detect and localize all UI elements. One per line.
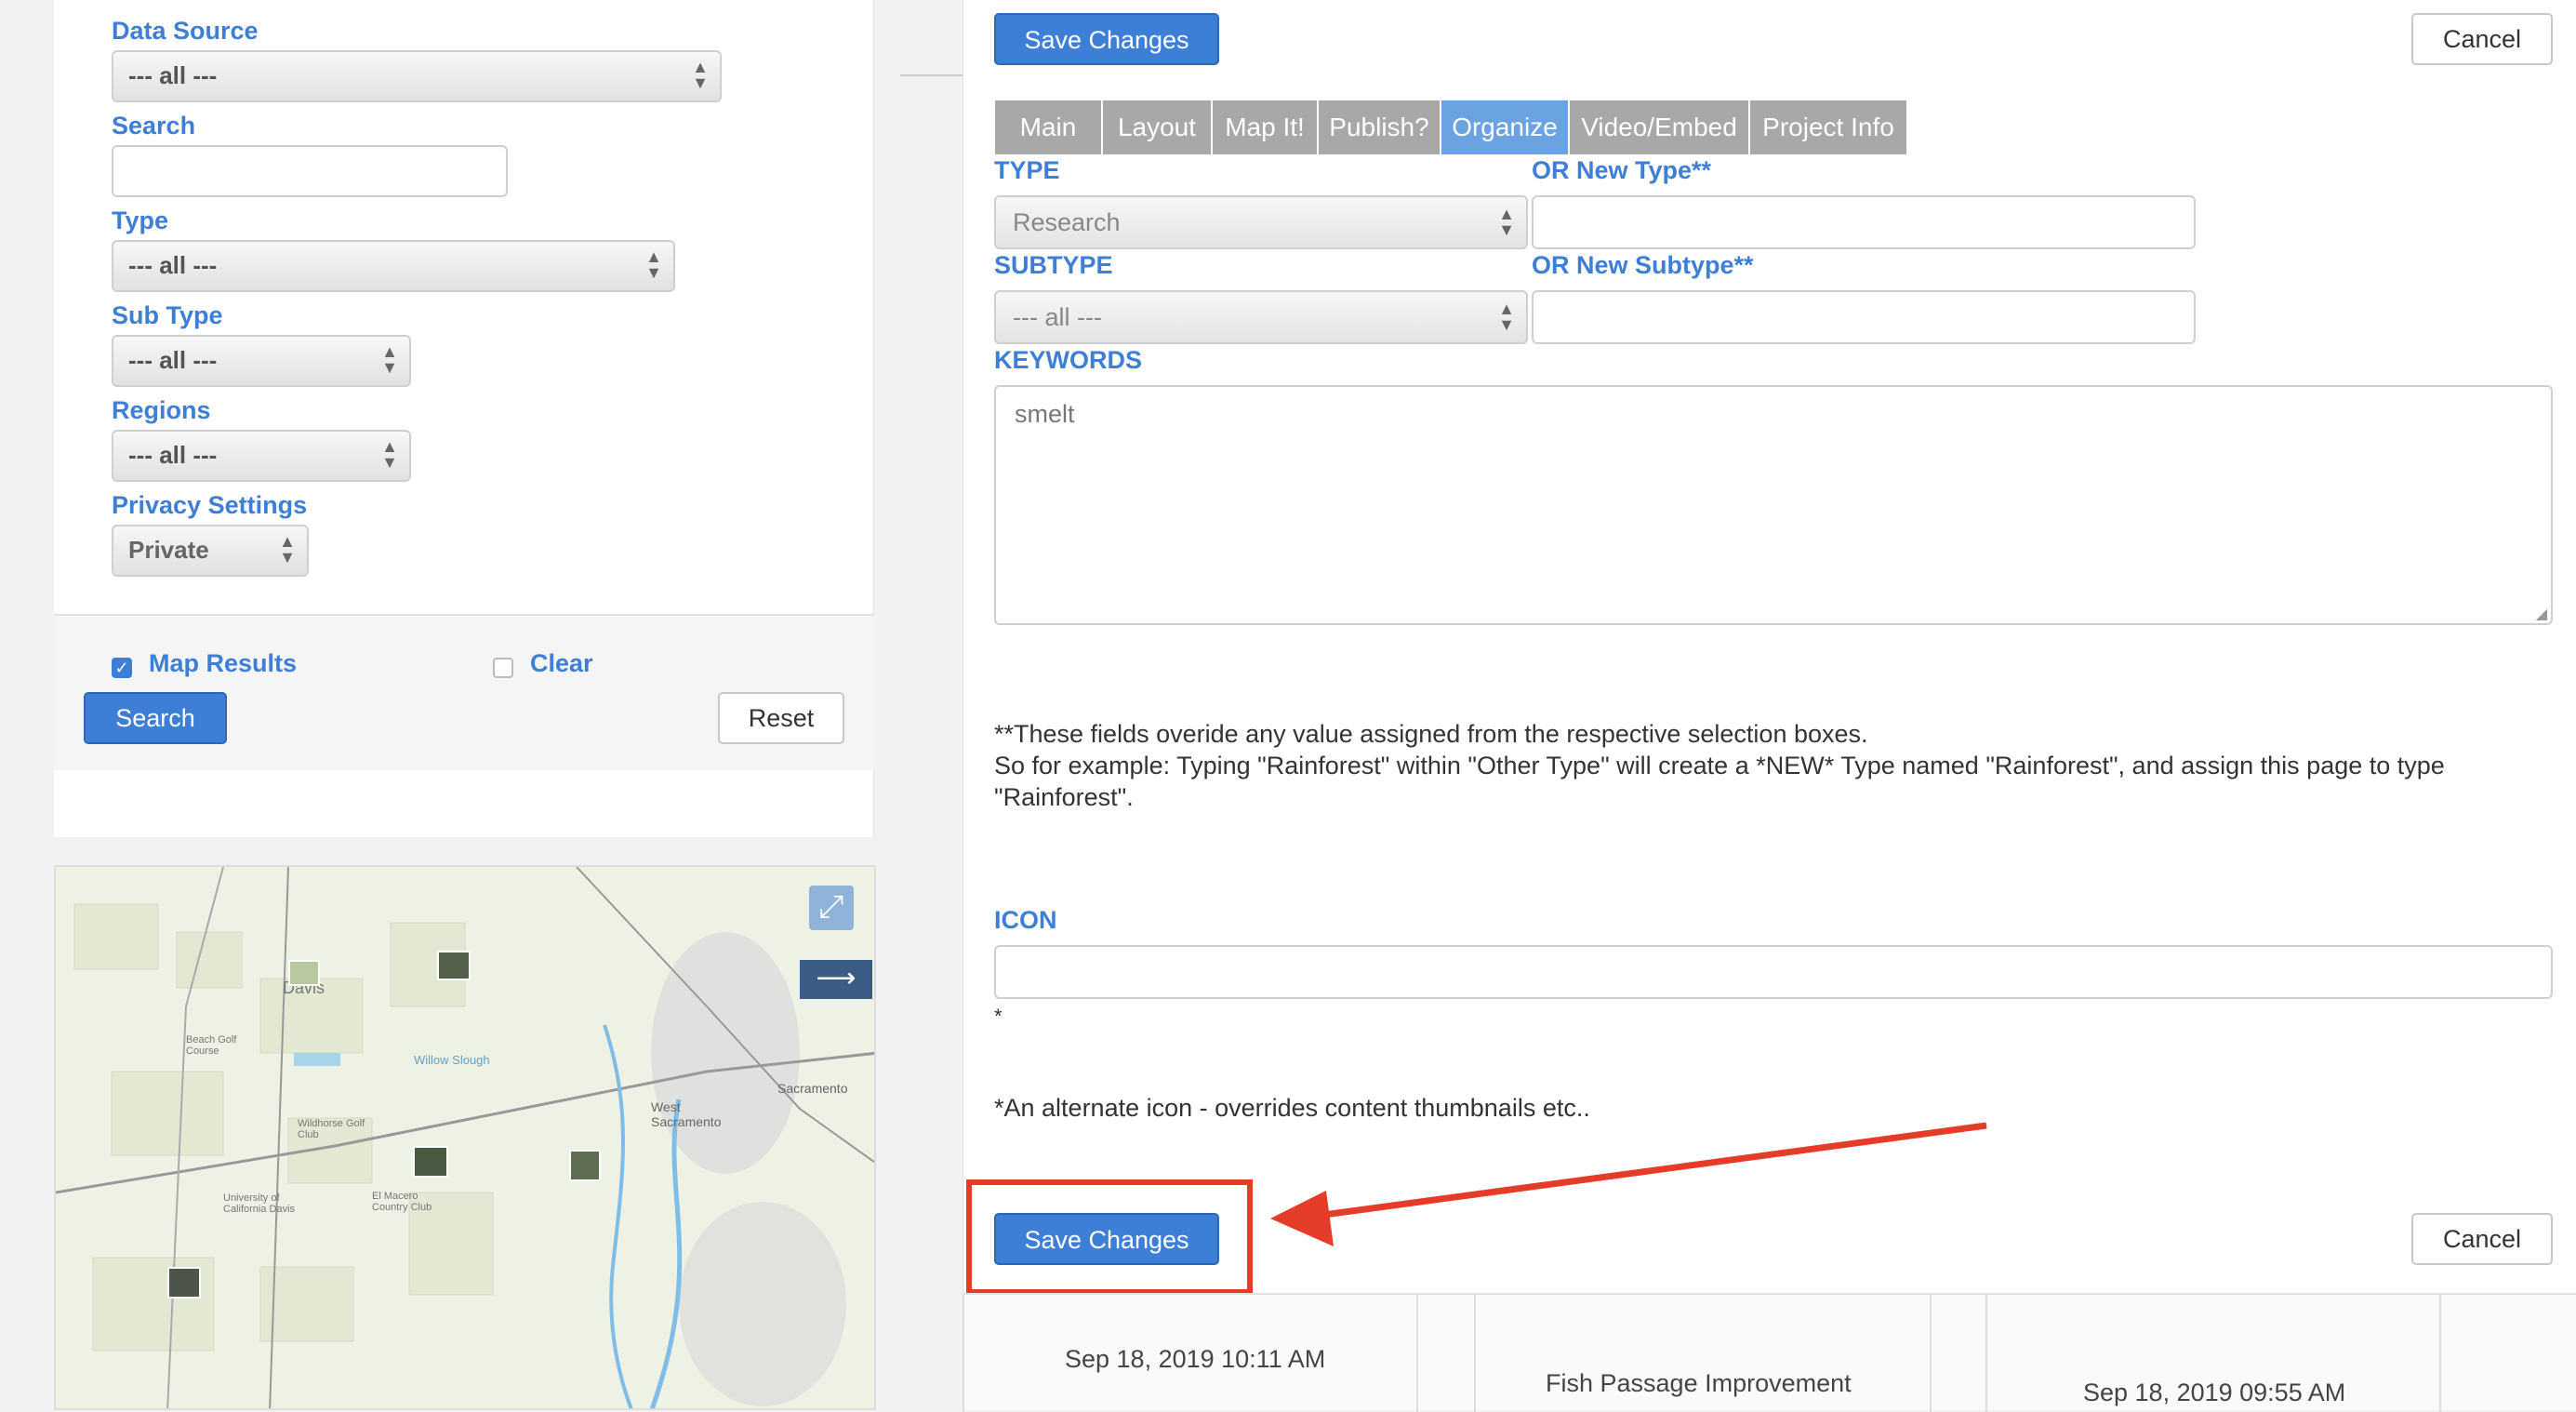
privacy-label: Privacy Settings: [112, 491, 308, 519]
expand-arrows-icon[interactable]: ⤢: [809, 886, 854, 930]
table-divider: [1930, 1295, 1932, 1412]
cancel-top-button[interactable]: Cancel: [2411, 13, 2553, 65]
sub-type-select[interactable]: --- all --- ▲ ▼: [112, 335, 411, 387]
tab-video-embed[interactable]: Video/Embed: [1570, 100, 1748, 154]
clear-checkbox[interactable]: [493, 658, 513, 678]
table-divider: [963, 1295, 964, 1412]
map-results-checkbox[interactable]: ✓: [112, 658, 132, 678]
resize-handle-icon[interactable]: ◢: [2536, 605, 2547, 623]
override-note-line1: **These fields overide any value assigne…: [994, 720, 1868, 748]
map-label-willow-slough: Willow Slough: [414, 1053, 490, 1067]
override-note-line3: "Rainforest".: [994, 783, 1134, 811]
filter-actions: ✓ Map Results Clear Search Reset: [54, 614, 874, 770]
keywords-label: KEYWORDS: [994, 346, 1143, 374]
map-marker-photo[interactable]: [167, 1267, 201, 1299]
table-cell-date: Sep 18, 2019 09:55 AM: [2083, 1379, 2346, 1406]
data-source-select[interactable]: --- all --- ▲ ▼: [112, 50, 722, 102]
table-divider: [2439, 1295, 2441, 1412]
map-label-uc-davis: University of California Davis: [223, 1192, 296, 1215]
tab-layout[interactable]: Layout: [1103, 100, 1211, 154]
icon-required-star: *: [994, 1005, 1003, 1028]
table-cell-date: Sep 18, 2019 10:11 AM: [1065, 1345, 1326, 1373]
select-arrows-icon: ▲ ▼: [279, 532, 296, 566]
map-label-el-macero: El Macero Country Club: [372, 1191, 432, 1213]
select-arrows-icon: ▲ ▼: [1498, 205, 1515, 239]
clear-label[interactable]: Clear: [530, 649, 593, 678]
privacy-select[interactable]: Private ▲ ▼: [112, 525, 309, 577]
save-changes-bottom-button[interactable]: Save Changes: [994, 1213, 1219, 1265]
search-input[interactable]: [112, 145, 508, 197]
select-arrows-icon: ▲ ▼: [1498, 300, 1515, 334]
results-table-strip: Sep 18, 2019 10:11 AM Fish Passage Impro…: [963, 1293, 2576, 1412]
tab-publish[interactable]: Publish?: [1319, 100, 1440, 154]
type-label: Type: [112, 206, 169, 234]
search-label: Search: [112, 112, 196, 140]
map-marker-photo[interactable]: [288, 960, 320, 986]
subtype-select[interactable]: --- all --- ▲ ▼: [994, 290, 1528, 344]
map-marker-photo[interactable]: [437, 951, 471, 980]
map-label-sacramento: Sacramento: [777, 1081, 848, 1096]
new-subtype-label: OR New Subtype**: [1532, 251, 1754, 279]
annotation-arrow: [1270, 1122, 1987, 1246]
filter-panel: Data Source --- all --- ▲ ▼ Search Type -…: [54, 0, 874, 837]
new-type-input[interactable]: [1532, 195, 2196, 249]
map-canvas: [56, 867, 874, 1408]
reset-button[interactable]: Reset: [718, 692, 844, 744]
table-cell-title[interactable]: Fish Passage Improvement: [1546, 1369, 1852, 1398]
tab-organize[interactable]: Organize: [1441, 100, 1568, 154]
keywords-textarea[interactable]: smelt ◢: [994, 385, 2553, 625]
data-source-label: Data Source: [112, 17, 259, 45]
select-arrows-icon: ▲ ▼: [381, 437, 398, 472]
new-subtype-input[interactable]: [1532, 290, 2196, 344]
results-map[interactable]: Davis West Sacramento Sacramento Willow …: [54, 865, 876, 1410]
type-select[interactable]: --- all --- ▲ ▼: [112, 240, 675, 292]
select-arrows-icon: ▲ ▼: [645, 247, 662, 282]
cancel-bottom-button[interactable]: Cancel: [2411, 1213, 2553, 1265]
tab-main[interactable]: Main: [995, 100, 1101, 154]
select-arrows-icon: ▲ ▼: [381, 342, 398, 377]
regions-select[interactable]: --- all --- ▲ ▼: [112, 430, 411, 482]
tab-project-info[interactable]: Project Info: [1750, 100, 1906, 154]
new-type-label: OR New Type**: [1532, 156, 1712, 184]
map-marker-photo[interactable]: [413, 1146, 448, 1178]
map-marker-photo[interactable]: [569, 1150, 601, 1181]
table-divider: [1985, 1295, 1987, 1412]
override-note-line2: So for example: Typing "Rainforest" with…: [994, 752, 2445, 779]
search-button[interactable]: Search: [84, 692, 227, 744]
arrow-right-icon[interactable]: ⟶: [800, 960, 872, 999]
type-label: TYPE: [994, 156, 1060, 184]
icon-input[interactable]: [994, 945, 2553, 999]
map-results-label[interactable]: Map Results: [149, 649, 297, 678]
tab-map-it[interactable]: Map It!: [1213, 100, 1317, 154]
table-divider: [1416, 1295, 1418, 1412]
table-divider: [1474, 1295, 1476, 1412]
icon-label: ICON: [994, 906, 1057, 934]
map-label-beach-golf: Beach Golf Course: [186, 1034, 237, 1057]
map-label-west-sacramento: West Sacramento: [651, 1099, 722, 1129]
divider: [900, 74, 963, 76]
map-label-wildhorse: Wildhorse Golf Club: [298, 1118, 365, 1140]
select-arrows-icon: ▲ ▼: [692, 58, 709, 92]
organize-editor: Save Changes Cancel Main Layout Map It! …: [963, 0, 2576, 1295]
regions-label: Regions: [112, 396, 211, 424]
sub-type-label: Sub Type: [112, 301, 223, 329]
type-select[interactable]: Research ▲ ▼: [994, 195, 1528, 249]
save-changes-top-button[interactable]: Save Changes: [994, 13, 1219, 65]
subtype-label: SUBTYPE: [994, 251, 1113, 279]
